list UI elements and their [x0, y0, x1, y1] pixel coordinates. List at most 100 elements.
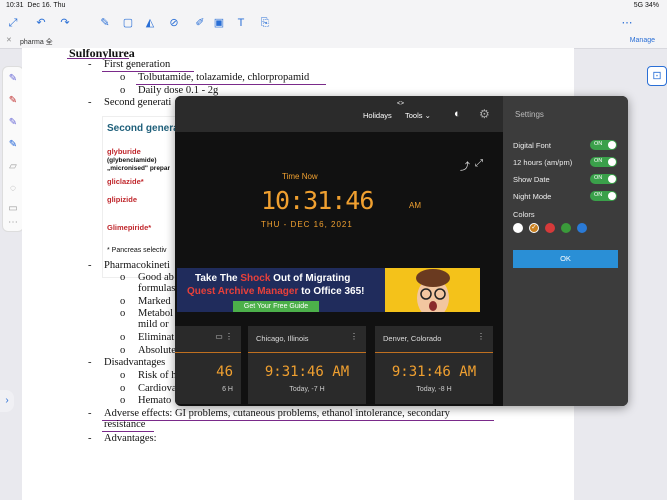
status-time: 10:31 Dec 16. Thu: [6, 2, 66, 9]
ampm: AM: [409, 201, 421, 210]
doc-line: Marked: [138, 296, 171, 307]
doc-line: Disadvantages: [104, 357, 166, 368]
fullscreen-icon[interactable]: ⤢: [475, 158, 483, 169]
pen-3-icon[interactable]: ✎: [7, 117, 19, 129]
close-tab-icon[interactable]: ✕: [6, 36, 12, 44]
tab-pharma[interactable]: pharma 全: [20, 37, 53, 47]
night-mode-toggle[interactable]: ON: [590, 191, 617, 201]
settings-title: Settings: [515, 110, 544, 119]
city-time: 9:31:46 AM: [264, 364, 350, 380]
nav-holidays[interactable]: Holidays: [363, 111, 392, 120]
doc-line: Second generati: [104, 97, 172, 108]
nav-toggle[interactable]: <>: [397, 101, 404, 107]
world-clock-card[interactable]: ▭ ⋮ 46 6 H: [175, 326, 241, 404]
text-tool-icon[interactable]: T: [234, 16, 248, 30]
ruler-icon[interactable]: ▭: [7, 203, 19, 215]
fullscreen-icon[interactable]: ⤢: [6, 16, 20, 30]
lasso-tool-icon[interactable]: ◌: [7, 183, 19, 195]
ad-line-1: Take The Shock Out of Migrating: [195, 273, 351, 284]
city-name: Chicago, Illinois: [256, 334, 309, 343]
color-swatch-white[interactable]: [513, 223, 523, 233]
card-menu-icon[interactable]: ▭ ⋮: [215, 332, 233, 341]
colors-label: Colors: [513, 210, 535, 219]
city-time: 46: [216, 364, 233, 380]
pen-tool-icon[interactable]: ✎: [98, 16, 112, 30]
doc-line: Advantages:: [104, 433, 157, 444]
nav-tools[interactable]: Tools ⌄: [405, 111, 431, 120]
image-icon[interactable]: ▣: [212, 16, 226, 30]
doc-line: resistance: [104, 419, 146, 430]
expand-sidebar-icon[interactable]: ›: [0, 390, 14, 412]
card-item: glyburide: [107, 147, 141, 156]
world-clock-card[interactable]: Denver, Colorado ⋮ 9:31:46 AM Today, -8 …: [375, 326, 493, 404]
pen-palette: ✎ ✎ ✎ ✎ ▱ ◌ ▭ ⋯: [2, 66, 24, 232]
doc-line: mild or: [138, 319, 169, 330]
world-clock-card[interactable]: Chicago, Illinois ⋮ 9:31:46 AM Today, -7…: [248, 326, 366, 404]
card-item: „micronised" prepar: [107, 165, 171, 172]
pen-2-icon[interactable]: ✎: [7, 95, 19, 107]
doc-line: formulas: [138, 283, 176, 294]
doc-line: Risk of h: [138, 370, 177, 381]
clock-date: THU - DEC 16, 2021: [261, 220, 353, 229]
doc-line: Adverse effects: GI problems, cutaneous …: [104, 408, 450, 419]
setting-label: Digital Font: [513, 141, 551, 150]
card-menu-icon[interactable]: ⋮: [477, 332, 485, 341]
more-icon[interactable]: ⋯: [620, 16, 634, 30]
doc-line: Metabol: [138, 308, 173, 319]
doc-line: Eliminat: [138, 332, 175, 343]
city-offset: Today, -7 H: [289, 386, 325, 393]
doc-line: Good ab: [138, 272, 174, 283]
status-battery: 5G 34%: [633, 2, 659, 9]
card-note: * Pancreas selectiv: [107, 247, 167, 254]
doc-line: First generation: [104, 59, 171, 70]
shapes-icon[interactable]: ◭: [143, 16, 157, 30]
color-swatch-green[interactable]: [561, 223, 571, 233]
city-name: Denver, Colorado: [383, 334, 442, 343]
card-item: Glimepiride*: [107, 223, 152, 232]
lasso-icon[interactable]: ⊘: [167, 16, 181, 30]
clock-header: <> Holidays Tools ⌄ ◐ ⚙: [175, 96, 505, 132]
theme-toggle-icon[interactable]: ◐: [454, 108, 461, 120]
ad-cta-button[interactable]: Get Your Free Guide: [233, 301, 319, 312]
card-title: Second generat: [107, 123, 183, 134]
doc-line: Cardiova: [138, 383, 177, 394]
doc-line: Pharmacokineti: [104, 260, 170, 271]
pen-1-icon[interactable]: ✎: [7, 73, 19, 85]
translate-icon[interactable]: ⊡: [647, 66, 667, 86]
show-date-toggle[interactable]: ON: [590, 174, 617, 184]
setting-label: 12 hours (am/pm): [513, 158, 573, 167]
pen-4-icon[interactable]: ✎: [7, 139, 19, 151]
manage-button[interactable]: Manage: [630, 37, 655, 44]
city-time: 9:31:46 AM: [391, 364, 477, 380]
share-icon[interactable]: ⎘: [258, 16, 272, 30]
ad-image: [385, 268, 480, 312]
setting-label: Night Mode: [513, 192, 552, 201]
gear-icon[interactable]: ⚙: [479, 107, 490, 121]
main-clock: 10:31:46: [261, 186, 374, 215]
share-icon[interactable]: ⤴: [460, 158, 470, 173]
doc-line: Daily dose 0.1 - 2g: [138, 85, 219, 96]
setting-label: Show Date: [513, 175, 550, 184]
eraser-icon[interactable]: ▱: [7, 161, 19, 173]
city-offset: Today, -8 H: [416, 386, 452, 393]
digital-font-toggle[interactable]: ON: [590, 140, 617, 150]
redo-icon[interactable]: ↷: [58, 16, 72, 30]
card-item: glipizide: [107, 195, 137, 204]
advertisement-banner[interactable]: Take The Shock Out of Migrating Quest Ar…: [177, 268, 480, 312]
city-offset: 6 H: [222, 386, 233, 393]
doc-line: Tolbutamide, tolazamide, chlorpropamid: [138, 72, 310, 83]
top-toolbar: ⤢ ↶ ↷ ✎ ▢ ◭ ⊘ ✐ ▣ T ⎘ ⋯: [0, 12, 667, 35]
ok-button[interactable]: OK: [513, 250, 618, 268]
doc-line: Hemato: [138, 395, 172, 406]
undo-icon[interactable]: ↶: [34, 16, 48, 30]
settings-panel: Settings Digital Font ON 12 hours (am/pm…: [503, 96, 628, 406]
color-swatch-blue[interactable]: [577, 223, 587, 233]
color-swatch-orange[interactable]: ✓: [529, 223, 539, 233]
color-swatch-red[interactable]: [545, 223, 555, 233]
more-tools-icon[interactable]: ⋯: [7, 217, 19, 229]
twelve-hour-toggle[interactable]: ON: [590, 157, 617, 167]
clock-popup: <> Holidays Tools ⌄ ◐ ⚙ Time Now ⤴ ⤢ 10:…: [175, 96, 628, 406]
card-menu-icon[interactable]: ⋮: [350, 332, 358, 341]
select-box-icon[interactable]: ▢: [121, 16, 135, 30]
pen-active-icon[interactable]: ✐: [193, 16, 207, 30]
